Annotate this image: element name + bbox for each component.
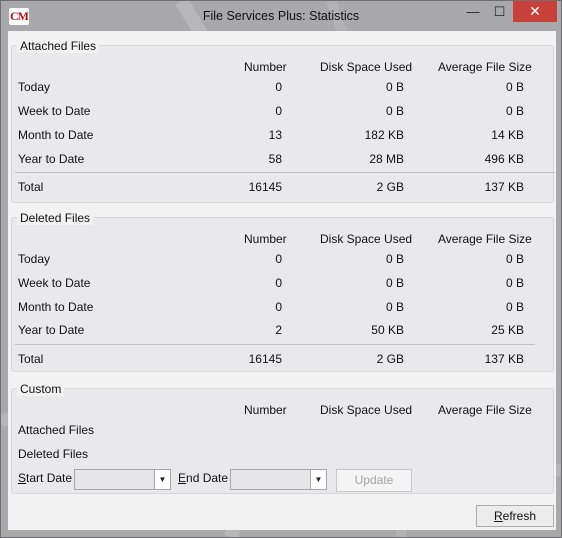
attached-files-title: Attached Files (17, 39, 100, 53)
col-number-header: Number (244, 403, 287, 417)
statistics-window: CM File Services Plus: Statistics — ☐ ✕ … (0, 0, 562, 538)
col-average-size-header: Average File Size (438, 60, 532, 74)
end-date-access-key: E (178, 471, 187, 485)
week-number: 0 (275, 104, 282, 118)
custom-title: Custom (17, 382, 65, 396)
today-disk: 0 B (385, 252, 404, 266)
refresh-access-key: R (493, 509, 503, 523)
month-disk: 182 KB (364, 128, 404, 142)
total-separator (15, 344, 535, 345)
week-number: 0 (275, 276, 282, 290)
row-label-year: Year to Date (18, 152, 85, 166)
row-label-month: Month to Date (18, 128, 94, 142)
row-label-total: Total (18, 180, 44, 194)
col-average-size-header: Average File Size (438, 232, 532, 246)
month-avg: 0 B (505, 300, 524, 314)
col-disk-space-header: Disk Space Used (320, 60, 413, 74)
week-avg: 0 B (505, 104, 524, 118)
end-date-dropdown[interactable]: ▼ (230, 469, 327, 490)
week-disk: 0 B (385, 276, 404, 290)
row-label-total: Total (18, 352, 44, 366)
title-bar[interactable]: CM File Services Plus: Statistics — ☐ ✕ (1, 1, 561, 31)
chevron-down-icon[interactable]: ▼ (310, 470, 326, 489)
year-avg: 496 KB (484, 152, 524, 166)
today-avg: 0 B (505, 80, 524, 94)
col-number-header: Number (244, 60, 287, 74)
deleted-files-group: Deleted Files Number Disk Space Used Ave… (11, 211, 554, 372)
chevron-down-icon[interactable]: ▼ (154, 470, 170, 489)
attached-files-group: Attached Files Number Disk Space Used Av… (11, 39, 555, 203)
year-disk: 28 MB (369, 152, 404, 166)
custom-group: Custom Number Disk Space Used Average Fi… (11, 382, 554, 494)
today-disk: 0 B (385, 80, 404, 94)
end-date-label-text: nd Date (186, 471, 229, 485)
month-avg: 14 KB (491, 128, 524, 142)
row-label-today: Today (18, 80, 51, 94)
maximize-button[interactable]: ☐ (486, 1, 513, 22)
refresh-label: efresh (502, 509, 537, 523)
total-disk: 2 GB (376, 180, 404, 194)
total-number: 16145 (248, 180, 282, 194)
year-disk: 50 KB (371, 323, 404, 337)
col-number-header: Number (244, 232, 287, 246)
total-disk: 2 GB (376, 352, 404, 366)
week-avg: 0 B (505, 276, 524, 290)
minimize-button[interactable]: — (460, 1, 486, 22)
today-number: 0 (275, 80, 282, 94)
update-button[interactable]: Update (336, 469, 412, 492)
total-number: 16145 (248, 352, 282, 366)
custom-deleted-label: Deleted Files (18, 447, 89, 461)
start-date-dropdown[interactable]: ▼ (74, 469, 171, 490)
total-avg: 137 KB (484, 180, 524, 194)
start-date-access-key: S (18, 471, 27, 485)
row-label-week: Week to Date (18, 276, 91, 290)
end-date-label: End Date (178, 471, 228, 485)
close-button[interactable]: ✕ (513, 1, 557, 22)
month-disk: 0 B (385, 300, 404, 314)
row-label-year: Year to Date (18, 323, 85, 337)
deleted-files-title: Deleted Files (17, 211, 94, 225)
refresh-button[interactable]: Refresh (476, 505, 554, 527)
year-number: 2 (275, 323, 282, 337)
col-average-size-header: Average File Size (438, 403, 532, 417)
year-number: 58 (268, 152, 282, 166)
start-date-label: Start Date (18, 471, 72, 485)
start-date-label-text: tart Date (26, 471, 73, 485)
col-disk-space-header: Disk Space Used (320, 232, 413, 246)
client-area: Attached Files Number Disk Space Used Av… (8, 31, 556, 530)
row-label-today: Today (18, 252, 51, 266)
today-number: 0 (275, 252, 282, 266)
col-disk-space-header: Disk Space Used (320, 403, 413, 417)
row-label-month: Month to Date (18, 300, 94, 314)
month-number: 0 (275, 300, 282, 314)
custom-attached-label: Attached Files (18, 423, 95, 437)
week-disk: 0 B (385, 104, 404, 118)
month-number: 13 (268, 128, 282, 142)
year-avg: 25 KB (491, 323, 524, 337)
total-avg: 137 KB (484, 352, 524, 366)
row-label-week: Week to Date (18, 104, 91, 118)
today-avg: 0 B (505, 252, 524, 266)
total-separator (15, 172, 555, 173)
